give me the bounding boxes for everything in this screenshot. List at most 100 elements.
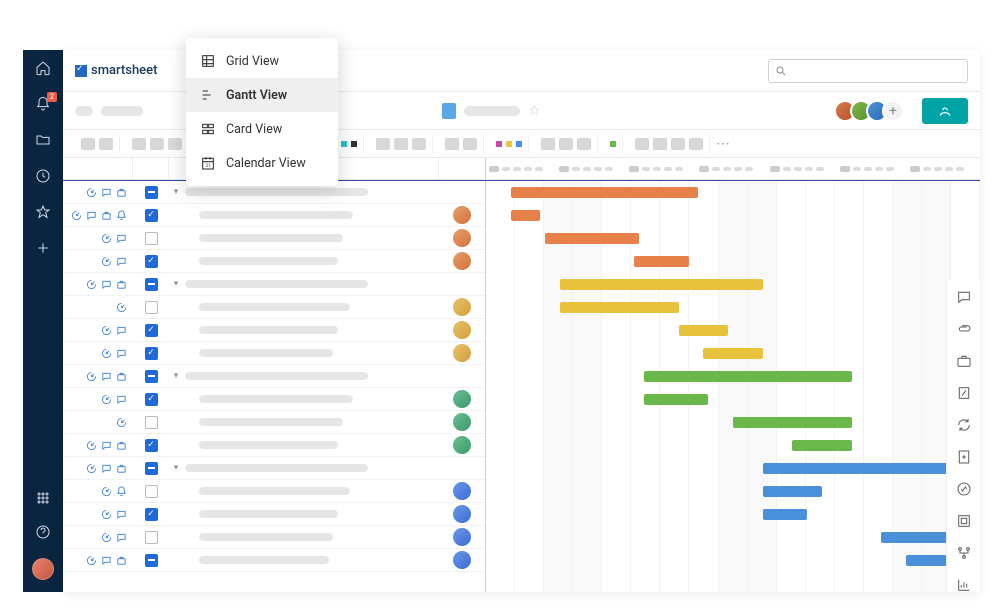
gantt-bar[interactable] [881,532,950,543]
task-row[interactable] [63,227,485,250]
nav-notifications-icon[interactable]: 2 [35,96,51,112]
toolbar-button[interactable] [99,138,113,150]
view-option-calendar[interactable]: 31Calendar View [186,146,338,180]
comment-icon[interactable] [101,555,112,566]
favorite-star-icon[interactable]: ☆ [528,103,541,119]
lock-icon[interactable] [116,279,127,290]
task-name-cell[interactable] [183,418,439,426]
workflow-icon[interactable] [956,545,972,561]
toolbar-button[interactable] [412,138,426,150]
reminder-icon[interactable] [116,486,127,497]
assignee-avatar[interactable] [453,206,471,224]
toolbar-button[interactable] [394,138,408,150]
gantt-bar[interactable] [560,302,679,313]
task-row[interactable] [63,296,485,319]
gantt-chart[interactable] [486,181,980,592]
task-name-cell[interactable] [183,303,439,311]
task-row[interactable] [63,549,485,572]
task-row[interactable] [63,250,485,273]
assignee-avatar[interactable] [453,298,471,316]
task-row[interactable] [63,526,485,549]
task-row[interactable]: ▾ [63,273,485,296]
gantt-bar[interactable] [511,210,541,221]
task-name-cell[interactable] [183,188,439,196]
lock-icon[interactable] [101,210,112,221]
task-name-cell[interactable] [183,441,439,449]
attachments-icon[interactable] [956,321,972,337]
nav-folders-icon[interactable] [35,132,51,148]
gantt-bar[interactable] [634,256,688,267]
lock-icon[interactable] [116,187,127,198]
expand-toggle[interactable]: ▾ [169,371,183,381]
nav-help-icon[interactable] [35,524,51,540]
task-name-cell[interactable] [183,234,439,242]
task-name-cell[interactable] [183,395,439,403]
comment-icon[interactable] [116,325,127,336]
assignee-avatar[interactable] [453,390,471,408]
checkbox[interactable] [145,508,158,521]
assignee-avatar[interactable] [453,528,471,546]
lock-icon[interactable] [116,440,127,451]
nav-recents-icon[interactable] [35,168,51,184]
task-name-cell[interactable] [183,349,439,357]
expand-toggle[interactable]: ▾ [169,463,183,473]
assignee-avatar[interactable] [453,229,471,247]
gantt-bar[interactable] [763,463,951,474]
attach-icon[interactable] [101,348,112,359]
attach-icon[interactable] [86,371,97,382]
task-row[interactable]: ▾ [63,365,485,388]
toolbar-button[interactable] [559,138,573,150]
gantt-bar[interactable] [763,509,807,520]
checkbox[interactable] [145,255,158,268]
sheet-title-placeholder[interactable] [464,106,520,116]
assignee-cell[interactable] [439,528,485,546]
nav-home-icon[interactable] [35,60,51,76]
gantt-bar[interactable] [733,417,852,428]
gantt-bar[interactable] [763,486,822,497]
task-row[interactable]: ▾ [63,457,485,480]
checkbox[interactable] [145,370,158,383]
checkbox[interactable] [145,301,158,314]
view-option-card[interactable]: Card View [186,112,338,146]
checkbox[interactable] [145,416,158,429]
nav-avatar[interactable] [32,558,54,580]
nav-favorites-icon[interactable] [35,204,51,220]
assignee-avatar[interactable] [453,252,471,270]
attach-icon[interactable] [101,509,112,520]
gantt-bar[interactable] [560,279,763,290]
task-name-cell[interactable] [183,211,439,219]
assignee-cell[interactable] [439,321,485,339]
conversations-icon[interactable] [956,289,972,305]
gantt-bar[interactable] [545,233,639,244]
expand-toggle[interactable]: ▾ [169,279,183,289]
attach-icon[interactable] [116,302,127,313]
toolbar-button[interactable] [81,138,95,150]
toolbar-overflow-button[interactable]: ⋯ [716,136,731,152]
add-file-icon[interactable] [956,449,972,465]
attach-icon[interactable] [101,233,112,244]
collaborator-avatars[interactable]: + [840,100,904,122]
nav-add-icon[interactable] [35,240,51,256]
comment-icon[interactable] [101,371,112,382]
attach-icon[interactable] [101,486,112,497]
assignee-avatar[interactable] [453,321,471,339]
activity-icon[interactable] [956,481,972,497]
lock-icon[interactable] [116,463,127,474]
task-name-cell[interactable] [183,326,439,334]
gantt-bar[interactable] [511,187,699,198]
chart-icon[interactable] [956,577,972,592]
task-name-cell[interactable] [183,280,439,288]
assignee-cell[interactable] [439,505,485,523]
task-name-cell[interactable] [183,464,439,472]
toolbar-button[interactable] [168,138,182,150]
task-row[interactable] [63,319,485,342]
assignee-cell[interactable] [439,436,485,454]
assignee-cell[interactable] [439,482,485,500]
comment-icon[interactable] [116,394,127,405]
color-swatch-blue[interactable] [516,141,522,147]
checkbox[interactable] [145,186,158,199]
comment-icon[interactable] [86,210,97,221]
comment-icon[interactable] [101,279,112,290]
task-row[interactable] [63,411,485,434]
color-swatch-green[interactable] [610,141,616,147]
